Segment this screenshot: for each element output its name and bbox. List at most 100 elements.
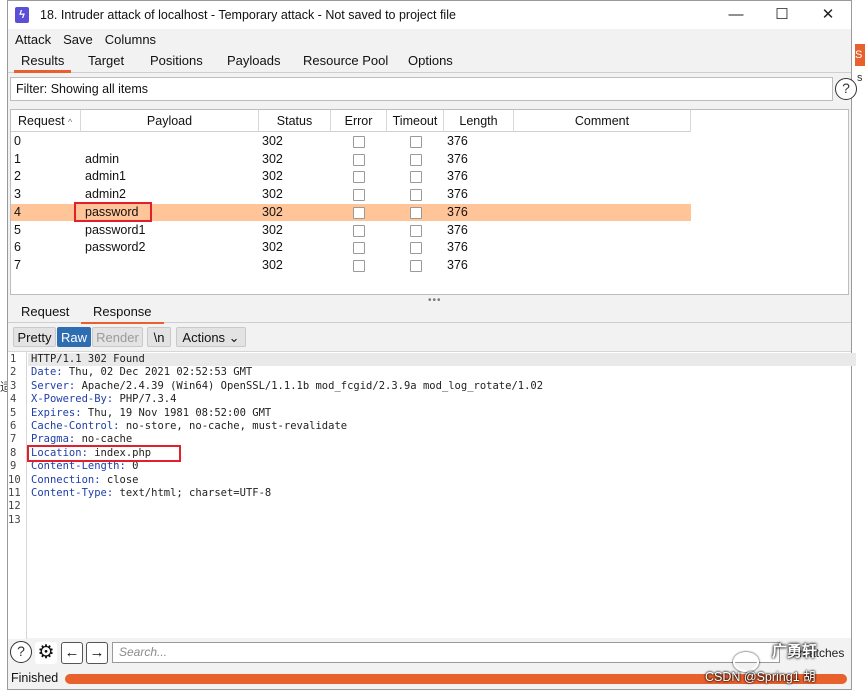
menu-bar: Attack Save Columns	[8, 29, 851, 50]
background-orange-tab: S	[855, 44, 865, 66]
column-request[interactable]: Request ^	[11, 110, 81, 132]
response-viewer[interactable]: 1 2 3 4 5 6 7 8 9 10 11 12 13 HTTP/1.1 3…	[8, 351, 856, 639]
table-row[interactable]: 5 password1 302 376	[11, 222, 691, 240]
actions-dropdown[interactable]: Actions ⌄	[176, 327, 246, 347]
timeout-checkbox	[410, 242, 422, 255]
error-checkbox	[353, 206, 365, 219]
settings-gear-icon[interactable]: ⚙	[35, 642, 57, 664]
tab-payloads[interactable]: Payloads	[227, 53, 280, 68]
timeout-checkbox	[410, 224, 422, 237]
help-icon[interactable]: ?	[835, 78, 857, 100]
cell-request: 3	[14, 187, 21, 202]
code-line: Cache-Control: no-store, no-cache, must-…	[31, 420, 348, 432]
column-payload[interactable]: Payload	[81, 110, 259, 132]
search-input[interactable]: Search...	[112, 642, 780, 663]
cell-status: 302	[262, 151, 283, 166]
tab-bar: Results Target Positions Payloads Resour…	[8, 50, 851, 73]
minimize-button[interactable]: —	[713, 1, 759, 29]
menu-columns[interactable]: Columns	[105, 32, 156, 47]
burp-bolt-icon: ϟ	[15, 7, 29, 23]
cell-status: 302	[262, 134, 283, 148]
window-controls: — ☐ ✕	[713, 1, 851, 29]
line-number: 13	[8, 513, 21, 526]
menu-attack[interactable]: Attack	[15, 32, 51, 47]
code-line: Content-Type: text/html; charset=UTF-8	[31, 487, 272, 499]
table-row[interactable]: 7 302 376	[11, 257, 691, 275]
cell-length: 376	[447, 257, 468, 272]
table-header: Request ^ Payload Status Error Timeout L…	[11, 110, 691, 132]
cell-payload: admin	[85, 151, 120, 166]
cell-payload: admin1	[85, 169, 126, 184]
background-text: s	[857, 72, 863, 84]
code-line: Connection: close	[31, 473, 139, 486]
tab-results[interactable]: Results	[13, 53, 72, 73]
cell-request: 4	[14, 204, 21, 219]
timeout-checkbox	[410, 206, 422, 219]
column-timeout[interactable]: Timeout	[387, 110, 444, 132]
tab-response[interactable]: Response	[81, 304, 164, 324]
arrow-left-icon[interactable]: ←	[61, 642, 83, 664]
line-number: 11	[8, 487, 21, 499]
current-line-highlight	[28, 353, 856, 366]
cell-length: 376	[447, 204, 468, 219]
close-button[interactable]: ✕	[805, 1, 851, 29]
newline-toggle-button[interactable]: \n	[147, 327, 171, 347]
tab-options[interactable]: Options	[408, 53, 453, 68]
column-length[interactable]: Length	[444, 110, 514, 132]
table-row[interactable]: 2 admin1 302 376	[11, 168, 691, 186]
table-row[interactable]: 0 302 376	[11, 133, 691, 151]
code-line: Expires: Thu, 19 Nov 1981 08:52:00 GMT	[31, 406, 272, 419]
code-line: HTTP/1.1 302 Found	[31, 353, 145, 365]
watermark-credit: CSDN @Spring1 胡	[705, 670, 816, 684]
column-status[interactable]: Status	[259, 110, 331, 132]
annotation-box-location	[27, 445, 181, 462]
annotation-box-payload	[74, 202, 152, 222]
arrow-right-icon[interactable]: →	[86, 642, 108, 664]
cell-request: 2	[14, 169, 21, 184]
cell-status: 302	[262, 204, 283, 219]
table-row[interactable]: 1 admin 302 376	[11, 151, 691, 169]
cell-payload: password2	[85, 240, 146, 255]
help-icon[interactable]: ?	[10, 641, 32, 663]
cell-status: 302	[262, 257, 283, 272]
cell-request: 0	[14, 134, 21, 148]
line-number: 6	[10, 420, 17, 432]
column-comment[interactable]: Comment	[514, 110, 691, 132]
cell-length: 376	[447, 169, 468, 184]
timeout-checkbox	[410, 171, 422, 184]
tab-request[interactable]: Request	[21, 304, 69, 319]
line-number: 8	[10, 446, 17, 459]
cell-request: 1	[14, 151, 21, 166]
background-strip	[852, 0, 865, 695]
code-line: Date: Thu, 02 Dec 2021 02:52:53 GMT	[31, 366, 253, 379]
line-number: 10	[8, 473, 21, 486]
error-checkbox	[353, 171, 365, 184]
error-checkbox	[353, 242, 365, 255]
tab-positions[interactable]: Positions	[150, 53, 203, 68]
cell-payload: password1	[85, 222, 146, 237]
column-error[interactable]: Error	[331, 110, 387, 132]
tab-resource-pool[interactable]: Resource Pool	[303, 53, 388, 68]
cell-status: 302	[262, 187, 283, 202]
cell-status: 302	[262, 240, 283, 255]
menu-save[interactable]: Save	[63, 32, 93, 47]
line-number: 7	[10, 433, 17, 446]
line-number-gutter: 1 2 3 4 5 6 7 8 9 10 11 12 13	[8, 352, 27, 639]
cell-length: 376	[447, 151, 468, 166]
tab-target[interactable]: Target	[88, 53, 124, 68]
window-title: 18. Intruder attack of localhost - Tempo…	[40, 8, 456, 22]
title-bar[interactable]: ϟ 18. Intruder attack of localhost - Tem…	[8, 1, 851, 29]
maximize-button[interactable]: ☐	[759, 1, 805, 29]
sort-ascending-icon: ^	[68, 117, 73, 127]
line-number: 9	[10, 460, 17, 473]
code-line: Pragma: no-cache	[31, 433, 133, 446]
raw-button[interactable]: Raw	[57, 327, 91, 347]
pretty-button[interactable]: Pretty	[13, 327, 56, 347]
line-number: 1	[10, 353, 17, 365]
filter-bar[interactable]: Filter: Showing all items	[10, 77, 833, 101]
timeout-checkbox	[410, 189, 422, 202]
table-row[interactable]: 6 password2 302 376	[11, 239, 691, 257]
line-number: 5	[10, 406, 17, 419]
cell-request: 7	[14, 257, 21, 272]
render-button[interactable]: Render	[92, 327, 143, 347]
